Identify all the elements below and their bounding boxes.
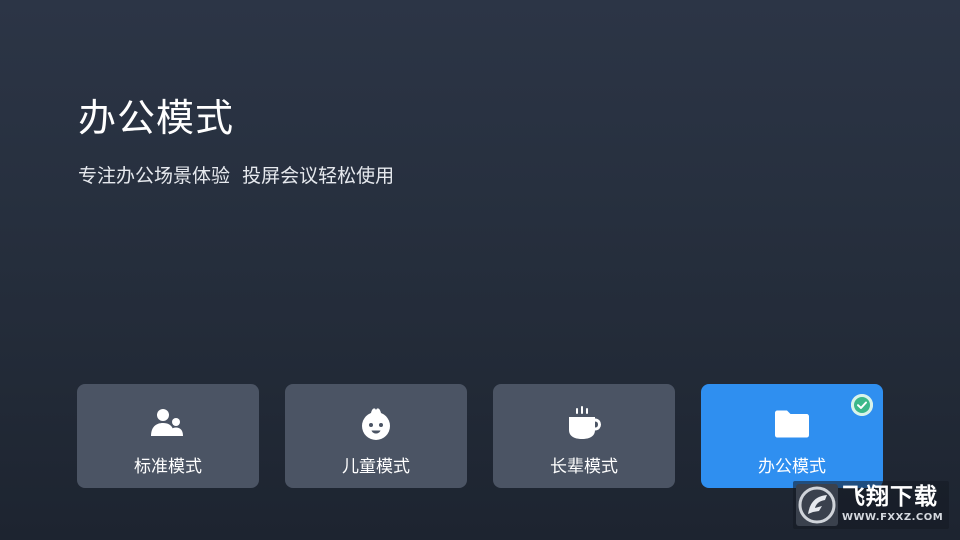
mode-label: 儿童模式 — [342, 457, 410, 477]
check-icon — [851, 394, 873, 416]
mode-card-standard[interactable]: 标准模式 — [77, 384, 259, 488]
mode-label: 办公模式 — [758, 457, 826, 477]
page-title: 办公模式 — [78, 96, 235, 140]
mode-card-elder[interactable]: 长辈模式 — [493, 384, 675, 488]
mode-label: 标准模式 — [134, 457, 202, 477]
watermark-url: WWW.FXXZ.COM — [842, 512, 944, 523]
users-icon — [148, 404, 188, 444]
watermark-brand: 飞翔下载 — [842, 484, 938, 510]
tea-cup-icon — [564, 404, 604, 444]
watermark-logo: 飞翔下载 WWW.FXXZ.COM — [793, 481, 949, 529]
mode-label: 长辈模式 — [550, 457, 618, 477]
folder-icon — [772, 404, 812, 444]
page-subtitle: 专注办公场景体验 投屏会议轻松使用 — [78, 165, 395, 187]
mode-card-kids[interactable]: 儿童模式 — [285, 384, 467, 488]
baby-face-icon — [356, 404, 396, 444]
mode-card-office[interactable]: 办公模式 — [701, 384, 883, 488]
brand-logo-icon — [796, 484, 838, 526]
mode-select-screen: 办公模式 专注办公场景体验 投屏会议轻松使用 标准模式 儿童模式 长辈模式 办公… — [0, 0, 960, 540]
